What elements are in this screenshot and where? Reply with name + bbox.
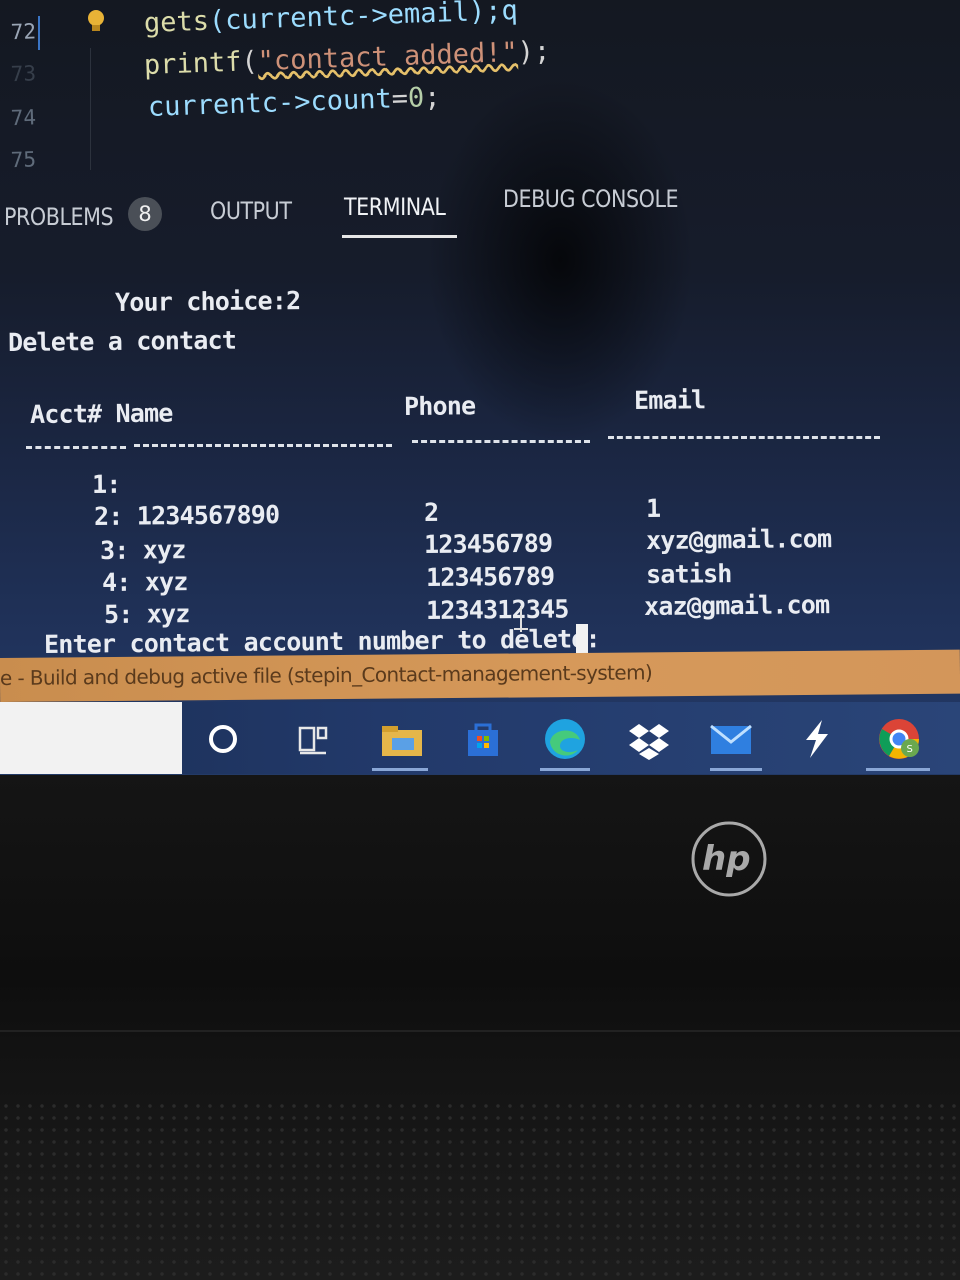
code-line-73[interactable]: printf("contact added!"); (143, 36, 550, 81)
table-row-phone: 2 (423, 497, 439, 527)
active-app-indicator (372, 768, 428, 771)
task-view-icon[interactable] (290, 716, 336, 762)
code-function: gets (143, 5, 210, 39)
active-app-indicator (710, 768, 762, 771)
problems-count-badge: 8 (128, 197, 162, 231)
code-paren: ( (240, 46, 259, 78)
line-number: 72 (10, 19, 37, 45)
laptop-hinge (0, 1030, 960, 1032)
code-editor[interactable]: 72 73 74 75 gets(currentc->email);q prin… (0, 0, 960, 178)
terminal-cursor (576, 624, 588, 654)
table-row-acct-name: 4: xyz (101, 567, 188, 597)
tab-terminal[interactable]: TERMINAL (344, 193, 446, 221)
status-bar-text: e - Build and debug active file (stepin_… (0, 660, 653, 690)
active-tab-indicator (342, 235, 457, 238)
active-app-indicator (540, 768, 590, 771)
file-explorer-icon[interactable] (378, 716, 424, 762)
indent-guide (90, 48, 91, 170)
mail-icon[interactable] (708, 716, 754, 762)
code-operator: = (391, 82, 409, 115)
keyboard-texture (0, 1100, 960, 1280)
code-tail: ); (517, 35, 551, 68)
laptop-screen: 72 73 74 75 gets(currentc->email);q prin… (0, 0, 960, 775)
line-number: 73 (10, 61, 37, 87)
table-row-phone: 123456789 (425, 561, 555, 592)
svg-text:S: S (907, 744, 913, 755)
table-row-email: xyz@gmail.com (645, 524, 832, 555)
taskbar-search-box[interactable] (0, 702, 182, 774)
tab-problems[interactable]: PROBLEMS (4, 203, 114, 231)
table-row-acct-name: 5: xyz (103, 599, 190, 629)
terminal-action-line: Delete a contact (7, 325, 237, 357)
cortana-icon[interactable] (200, 716, 246, 762)
table-row-acct-name: 2: 1234567890 (93, 500, 280, 531)
header-acct-name: Acct# Name (29, 398, 173, 429)
edge-icon[interactable] (542, 716, 588, 762)
header-divider (26, 446, 126, 449)
header-email: Email (633, 385, 706, 415)
brand-text: hp (702, 839, 751, 879)
table-row-acct-name: 3: xyz (99, 535, 186, 565)
status-bar[interactable]: e - Build and debug active file (stepin_… (0, 649, 960, 702)
code-line-74[interactable]: currentc->count=0; (147, 82, 441, 123)
tab-debug-console[interactable]: DEBUG CONSOLE (503, 185, 679, 213)
line-number: 74 (10, 105, 37, 131)
table-row-email: xaz@gmail.com (643, 590, 830, 621)
code-string: "contact added!" (257, 36, 519, 78)
terminal[interactable]: Your choice:2 Delete a contact Acct# Nam… (0, 250, 960, 660)
panel-tabs: PROBLEMS 8 OUTPUT TERMINAL DEBUG CONSOLE (0, 183, 960, 245)
active-app-indicator (866, 768, 930, 771)
microsoft-store-icon[interactable] (460, 716, 506, 762)
power-automate-icon[interactable] (794, 716, 840, 762)
table-row-email: 1 (645, 493, 661, 523)
mouse-ibeam-cursor (514, 606, 528, 632)
line-number: 75 (10, 147, 37, 173)
hp-logo: hp (691, 821, 767, 897)
active-line-marker (38, 16, 40, 50)
windows-taskbar: S (0, 702, 960, 774)
tab-output[interactable]: OUTPUT (210, 197, 292, 225)
header-divider (134, 444, 392, 447)
code-function: printf (143, 46, 243, 81)
table-row-acct-name: 1: (91, 469, 121, 499)
terminal-choice-line: Your choice:2 (114, 286, 301, 317)
code-line-72[interactable]: gets(currentc->email);q (143, 0, 518, 39)
table-row-phone: 123456789 (423, 528, 553, 559)
code-tail: ; (423, 81, 442, 114)
header-divider (608, 436, 880, 439)
header-divider (412, 440, 590, 443)
code-identifier: currentc->count (147, 83, 393, 123)
code-number: 0 (407, 82, 425, 114)
header-phone: Phone (403, 391, 476, 421)
table-row-email: satish (645, 559, 732, 589)
code-args: (currentc->email);q (208, 0, 519, 37)
chrome-icon[interactable]: S (876, 716, 922, 762)
dropbox-icon[interactable] (626, 716, 672, 762)
table-row-phone: 1234312345 (425, 594, 569, 625)
lightbulb-icon[interactable] (86, 10, 106, 32)
